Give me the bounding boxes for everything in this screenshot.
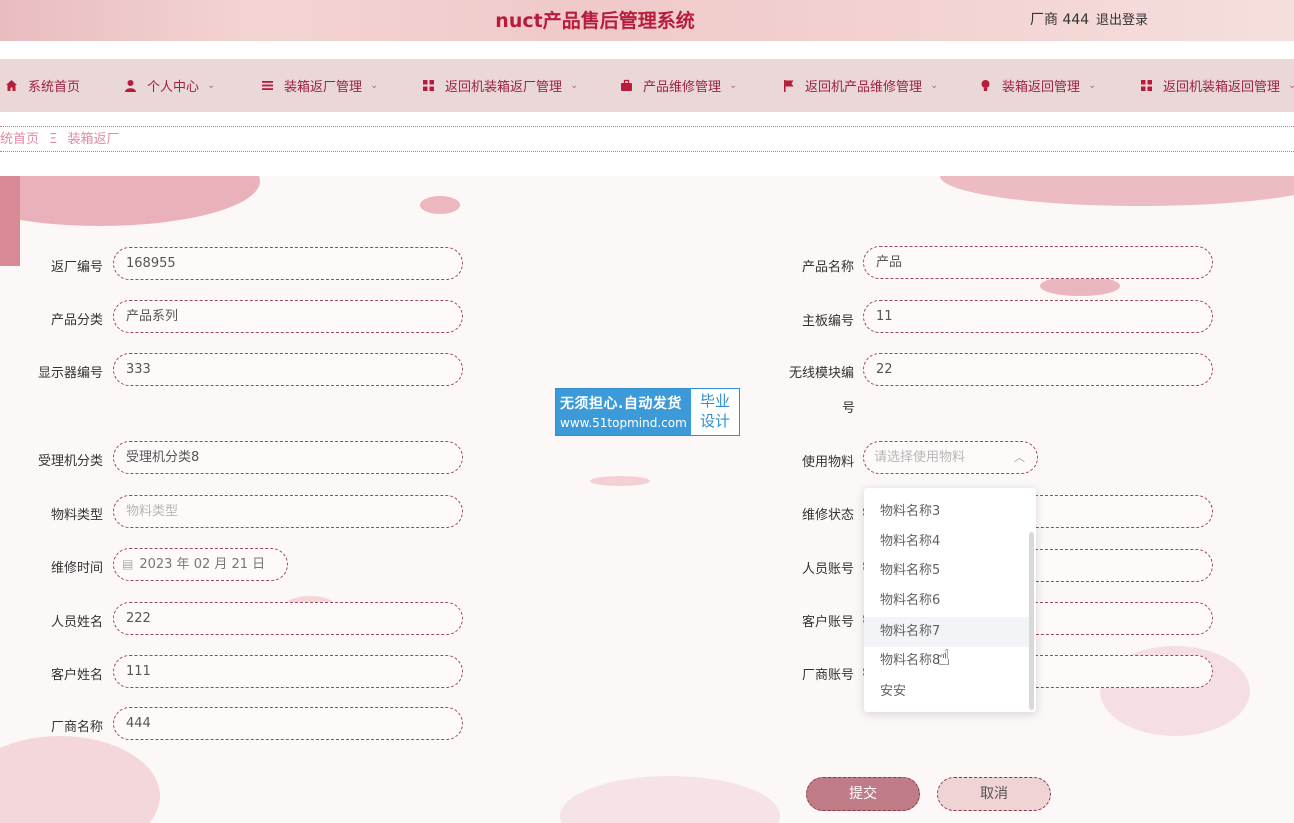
customer-name-field[interactable]: 111 (113, 655, 463, 688)
chevron-down-icon: ⌄ (729, 80, 738, 91)
calendar-icon: ▤ (122, 557, 134, 571)
nav-item-packing-back[interactable]: 装箱返回管理 ⌄ (978, 59, 1096, 112)
used-material-placeholder: 请选择使用物料 (874, 450, 966, 465)
nav-item-product-repair[interactable]: 产品维修管理 ⌄ (619, 59, 737, 112)
vendor-name-field[interactable]: 444 (113, 707, 463, 740)
main-nav: 系统首页 个人中心 ⌄ 装箱返厂管理 ⌄ 返回机装箱返厂管理 ⌄ 产品维修管理 … (0, 59, 1294, 112)
label-display-no: 显示器编号 (37, 366, 103, 381)
watermark-line2: www.51topmind.com (560, 416, 687, 430)
nav-item-return-machine-packing[interactable]: 返回机装箱返厂管理 ⌄ (421, 59, 578, 112)
label-vendor-account: 厂商账号 (801, 668, 854, 683)
current-user: 厂商 444 (1030, 12, 1090, 28)
app-title: nuct产品售后管理系统 (495, 10, 695, 32)
label-wireless-module-no-cont: 号 (842, 401, 856, 416)
material-type-field[interactable]: 物料类型 (113, 495, 463, 528)
header-spacer (0, 41, 1294, 59)
label-staff-name: 人员姓名 (50, 615, 103, 630)
label-vendor-name: 厂商名称 (50, 720, 103, 735)
dropdown-option-hovered[interactable]: 物料名称7 (864, 617, 1032, 647)
material-dropdown: 物料名称2 物料名称3 物料名称4 物料名称5 物料名称6 物料名称7 物料名称… (864, 488, 1036, 712)
label-acceptor-category: 受理机分类 (37, 454, 103, 469)
used-material-select[interactable]: 请选择使用物料 ︿ (863, 441, 1038, 474)
user-icon (123, 79, 137, 93)
dropdown-option[interactable]: 安安 (864, 677, 1032, 707)
nav-item-label: 返回机装箱返回管理 (1163, 80, 1281, 95)
breadcrumb-separator: Ξ (49, 132, 58, 147)
repair-time-value: 2023 年 02 月 21 日 (139, 557, 266, 572)
return-no-field[interactable]: 168955 (113, 247, 463, 280)
nav-item-label: 返回机产品维修管理 (805, 80, 923, 95)
nav-item-return-machine-packing-back[interactable]: 返回机装箱返回管理 ⌄ (1139, 59, 1294, 112)
dropdown-option[interactable]: 物料名称4 (864, 527, 1032, 557)
nav-item-profile[interactable]: 个人中心 ⌄ (123, 59, 215, 112)
breadcrumb-home[interactable]: 统首页 (0, 127, 39, 153)
label-staff-account: 人员账号 (801, 562, 854, 577)
label-customer-name: 客户姓名 (50, 668, 103, 683)
grid-icon (1139, 79, 1153, 93)
chevron-down-icon: ⌄ (570, 80, 579, 91)
display-no-field[interactable]: 333 (113, 353, 463, 386)
dropdown-option[interactable]: 物料名称5 (864, 556, 1032, 586)
nav-item-label: 个人中心 (147, 80, 200, 95)
chevron-down-icon: ⌄ (1088, 80, 1097, 91)
product-name-field[interactable]: 产品 (863, 246, 1213, 279)
top-header: nuct产品售后管理系统 厂商 444 退出登录 (0, 0, 1294, 41)
submit-button[interactable]: 提交 (806, 777, 920, 811)
mainboard-no-field[interactable]: 11 (863, 300, 1213, 333)
home-icon (4, 79, 18, 93)
product-category-field[interactable]: 产品系列 (113, 300, 463, 333)
chevron-up-icon: ︿ (1014, 451, 1025, 464)
briefcase-icon (619, 79, 633, 93)
dropdown-option[interactable]: 物料名称6 (864, 586, 1032, 616)
watermark-badge: 无须担心.自动发货 www.51topmind.com 毕业 设计 (555, 388, 740, 436)
chevron-down-icon: ⌄ (207, 80, 216, 91)
bulb-icon (978, 79, 992, 93)
dropdown-option[interactable]: 物料名称3 (864, 497, 1032, 527)
label-product-name: 产品名称 (801, 260, 854, 275)
label-mainboard-no: 主板编号 (801, 314, 854, 329)
repair-time-picker[interactable]: ▤ 2023 年 02 月 21 日 (113, 548, 288, 581)
flag-icon (781, 79, 795, 93)
label-product-category: 产品分类 (50, 313, 103, 328)
breadcrumb-current: 装箱返厂 (67, 132, 120, 147)
label-material-type: 物料类型 (50, 508, 103, 523)
logout-link[interactable]: 退出登录 (1096, 9, 1148, 28)
breadcrumb: 统首页 Ξ 装箱返厂 (0, 126, 1294, 152)
nav-item-label: 产品维修管理 (643, 80, 722, 95)
label-customer-account: 客户账号 (801, 615, 854, 630)
chevron-down-icon: ⌄ (1288, 80, 1294, 91)
watermark-right1: 毕业 (699, 392, 730, 410)
chevron-down-icon: ⌄ (930, 80, 939, 91)
label-used-material: 使用物料 (801, 455, 854, 470)
label-repair-time: 维修时间 (50, 561, 103, 576)
nav-item-return-machine-repair[interactable]: 返回机产品维修管理 ⌄ (781, 59, 938, 112)
label-return-no: 返厂编号 (50, 260, 103, 275)
chevron-down-icon: ⌄ (370, 80, 379, 91)
nav-item-label: 装箱返回管理 (1002, 80, 1081, 95)
label-wireless-module-no: 无线模块编 (788, 366, 854, 381)
grid-icon (421, 79, 435, 93)
nav-item-packing-return[interactable]: 装箱返厂管理 ⌄ (260, 59, 378, 112)
acceptor-category-field[interactable]: 受理机分类8 (113, 441, 463, 474)
hand-cursor-icon: ☝ (937, 646, 951, 671)
list-icon (260, 79, 274, 93)
cancel-button[interactable]: 取消 (937, 777, 1051, 811)
staff-name-field[interactable]: 222 (113, 602, 463, 635)
dropdown-scrollbar[interactable] (1029, 532, 1034, 710)
watermark-right2: 设计 (699, 412, 730, 430)
label-repair-status: 维修状态 (801, 508, 854, 523)
watermark-line1: 无须担心.自动发货 (560, 396, 682, 412)
nav-item-home[interactable]: 系统首页 (4, 59, 80, 112)
nav-item-label: 系统首页 (28, 80, 81, 95)
nav-item-label: 装箱返厂管理 (284, 80, 363, 95)
wireless-module-no-field[interactable]: 22 (863, 353, 1213, 386)
nav-item-label: 返回机装箱返厂管理 (445, 80, 563, 95)
